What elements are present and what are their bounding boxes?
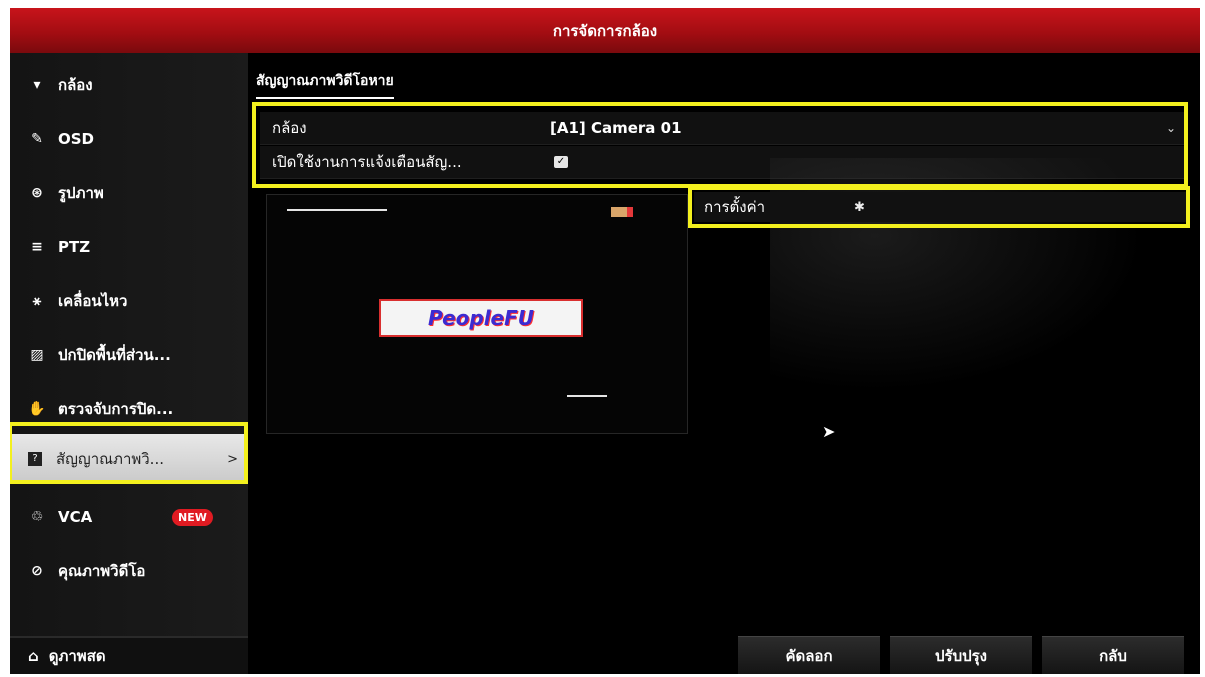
sidebar-item-camera[interactable]: ▾ กล้อง — [10, 65, 248, 105]
sidebar-item-label: รูปภาพ — [58, 184, 104, 202]
sidebar-item-label: ปกปิดพื้นที่ส่วน... — [58, 346, 171, 364]
sidebar-item-label: สัญญาณภาพวิ... — [56, 450, 164, 468]
sidebar: ▾ กล้อง ✎ OSD ⊛ รูปภาพ ≡ PTZ ⚹ เคลื่อนไห… — [10, 53, 248, 674]
gear-icon[interactable]: ✱ — [854, 200, 865, 215]
alarm-label: เปิดใช้งานการแจ้งเตือนสัญ... — [272, 153, 462, 171]
mouse-pointer-icon: ➤ — [822, 422, 836, 441]
window-title: การจัดการกล้อง — [10, 8, 1200, 53]
sidebar-item-label: เคลื่อนไหว — [58, 292, 128, 310]
osd-datetime — [567, 395, 607, 397]
sidebar-item-label: คุณภาพวิดีโอ — [58, 562, 146, 580]
sidebar-item-ptz[interactable]: ≡ PTZ — [10, 227, 248, 267]
apply-button[interactable]: ปรับปรุง — [890, 636, 1032, 674]
question-icon: ? — [28, 452, 42, 466]
ptz-icon: ≡ — [31, 239, 43, 255]
hand-icon: ✋ — [28, 401, 46, 417]
running-person-icon: ⚹ — [32, 293, 42, 309]
camera-select[interactable]: [A1] Camera 01 — [550, 119, 682, 137]
sidebar-item-tamper[interactable]: ✋ ตรวจจับการปิด... — [10, 389, 248, 429]
sidebar-item-image[interactable]: ⊛ รูปภาพ — [10, 173, 248, 213]
sidebar-item-label: PTZ — [58, 238, 91, 256]
settings-row: การตั้งค่า ✱ — [694, 192, 1186, 222]
sidebar-item-privacy-mask[interactable]: ▨ ปกปิดพื้นที่ส่วน... — [10, 335, 248, 375]
copy-button[interactable]: คัดลอก — [738, 636, 880, 674]
live-view-button[interactable]: ⌂ ดูภาพสด — [10, 636, 248, 674]
camera-row[interactable]: กล้อง [A1] Camera 01 ⌄ — [260, 112, 1184, 145]
record-icon — [611, 207, 633, 217]
dvr-screen: การจัดการกล้อง ▾ กล้อง ✎ OSD ⊛ รูปภาพ ≡ … — [10, 8, 1200, 674]
sidebar-item-video-quality[interactable]: ⊘ คุณภาพวิดีโอ — [10, 551, 248, 591]
chevron-right-icon: > — [227, 451, 238, 467]
enable-alarm-checkbox[interactable]: ✓ — [554, 156, 568, 168]
sidebar-item-vca[interactable]: ♲ VCA NEW — [10, 497, 248, 537]
sidebar-item-video-loss[interactable]: ? สัญญาณภาพวิ... > — [10, 434, 248, 484]
privacy-mask-icon: ▨ — [30, 347, 44, 363]
sidebar-item-motion[interactable]: ⚹ เคลื่อนไหว — [10, 281, 248, 321]
pen-icon: ✎ — [31, 131, 43, 147]
palette-icon: ⊛ — [31, 185, 43, 201]
live-view-label: ดูภาพสด — [48, 647, 106, 665]
sidebar-item-label: กล้อง — [58, 76, 93, 94]
osd-camera-name — [287, 209, 387, 211]
camera-icon: ▾ — [33, 77, 41, 93]
logo: PeopleFU — [379, 299, 583, 337]
sidebar-item-osd[interactable]: ✎ OSD — [10, 119, 248, 159]
chevron-down-icon[interactable]: ⌄ — [1166, 121, 1176, 135]
video-preview: PeopleFU — [266, 194, 688, 434]
sidebar-item-label: VCA — [58, 508, 93, 526]
camera-label: กล้อง — [272, 119, 307, 137]
sidebar-item-label: ตรวจจับการปิด... — [58, 400, 174, 418]
quality-icon: ⊘ — [31, 563, 43, 579]
back-button[interactable]: กลับ — [1042, 636, 1184, 674]
home-icon: ⌂ — [28, 647, 39, 665]
settings-label: การตั้งค่า — [704, 198, 766, 216]
new-badge: NEW — [172, 508, 213, 526]
sidebar-item-label: OSD — [58, 130, 95, 148]
vca-icon: ♲ — [30, 509, 44, 525]
tab-video-loss[interactable]: สัญญาณภาพวิดีโอหาย — [256, 70, 394, 99]
